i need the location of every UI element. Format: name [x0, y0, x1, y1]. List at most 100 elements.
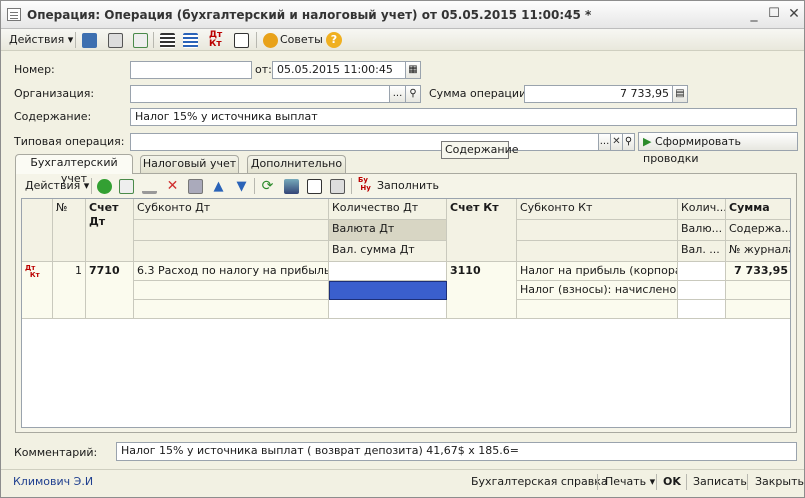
row-debit-qty[interactable] — [329, 262, 447, 281]
user-link[interactable]: Климович Э.И — [13, 474, 93, 490]
tooltip: Содержание — [441, 141, 519, 159]
row-credit-currency[interactable] — [678, 281, 726, 300]
header-debit-account[interactable]: Счет Дт — [86, 199, 134, 262]
typical-operation-label: Типовая операция: — [14, 135, 125, 148]
generate-entries-button[interactable]: ▶ Сформировать проводки — [638, 132, 798, 165]
maximize-icon[interactable]: ☐ — [766, 6, 782, 22]
window-title: Операция: Операция (бухгалтерский и нало… — [27, 8, 592, 22]
refresh-doc-icon[interactable] — [108, 33, 123, 48]
header-sum[interactable]: Сумма — [726, 199, 790, 220]
copy-row-icon[interactable] — [119, 179, 134, 194]
row-debit-cur-sum[interactable] — [329, 300, 447, 319]
organization-field[interactable] — [130, 85, 390, 103]
table-settings-icon[interactable] — [307, 179, 322, 194]
row-debit-account[interactable]: 7710 — [86, 262, 134, 319]
save-row-icon[interactable] — [188, 179, 203, 194]
header-debit-subconto-3 — [134, 241, 329, 262]
print-button[interactable]: Печать ▾ — [605, 474, 655, 490]
entry-type-icon: Дт Кт — [25, 265, 49, 279]
row-credit-cur-sum[interactable] — [678, 300, 726, 319]
list-icon[interactable] — [183, 33, 198, 48]
content-field[interactable]: Налог 15% у источника выплат — [130, 108, 797, 126]
sum-field[interactable]: 7 733,95 — [524, 85, 674, 103]
copy-doc-icon[interactable] — [133, 33, 148, 48]
close-button[interactable]: Закрыть — [755, 474, 804, 490]
structure-icon[interactable] — [160, 33, 175, 48]
row-credit-qty[interactable] — [678, 262, 726, 281]
tips-icon[interactable] — [263, 33, 278, 48]
move-down-icon[interactable]: ▼ — [234, 179, 249, 194]
minimize-icon[interactable]: _ — [746, 6, 762, 22]
debit-credit-icon[interactable]: Дт Кт — [209, 31, 222, 49]
header-debit-qty[interactable]: Количество Дт — [329, 199, 447, 220]
organization-label: Организация: — [14, 87, 95, 100]
row-credit-account[interactable]: 3110 — [447, 262, 517, 319]
comment-field[interactable]: Налог 15% у источника выплат ( возврат д… — [116, 442, 797, 461]
refresh-icon[interactable]: ⟳ — [260, 179, 275, 194]
header-debit-currency[interactable]: Валюта Дт — [329, 220, 447, 241]
number-field[interactable] — [130, 61, 252, 79]
ok-button[interactable]: OK — [663, 474, 681, 490]
status-bar: Климович Э.И Бухгалтерская справка Печат… — [1, 469, 804, 493]
row-content[interactable] — [726, 281, 790, 300]
calendar-icon[interactable]: ▦ — [405, 61, 421, 79]
tab-accounting[interactable]: Бухгалтерский учет — [15, 154, 133, 185]
delete-icon[interactable]: ✕ — [165, 179, 180, 194]
header-credit-account[interactable]: Счет Кт — [447, 199, 517, 262]
calculator-icon[interactable]: ▤ — [672, 85, 688, 103]
header-content[interactable]: Содержа... — [726, 220, 790, 241]
organization-select-button[interactable]: ... — [389, 85, 406, 103]
actions-menu-label: Действия — [9, 33, 65, 46]
row-sum[interactable]: 7 733,95 — [726, 262, 790, 281]
header-debit-cur-sum[interactable]: Вал. сумма Дт — [329, 241, 447, 262]
date-from-label: от: — [255, 63, 272, 76]
row-num[interactable]: 1 — [53, 262, 86, 319]
row-debit-subconto-1[interactable]: 6.3 Расход по налогу на прибыль — [134, 262, 329, 281]
header-journal[interactable]: № журнала — [726, 241, 790, 262]
edit-icon[interactable] — [142, 179, 157, 194]
save-button[interactable]: Записать — [693, 474, 747, 490]
date-field[interactable]: 05.05.2015 11:00:45 — [272, 61, 408, 79]
tab-tax[interactable]: Налоговый учет — [140, 155, 239, 173]
chevron-down-icon: ▾ — [649, 475, 656, 488]
main-toolbar: Действия ▾ Дт Кт Советы ? — [1, 29, 804, 51]
header-credit-qty[interactable]: Колич... — [678, 199, 726, 220]
row-journal[interactable] — [726, 300, 790, 319]
search-icon[interactable]: ⚲ — [622, 133, 635, 151]
icon-header — [22, 199, 53, 262]
typical-operation-field[interactable] — [130, 133, 600, 151]
entry-icon-bottom: Кт — [29, 271, 40, 279]
entries-table[interactable]: № Счет Дт Субконто Дт Количество Дт Валю… — [21, 198, 791, 428]
actions-menu[interactable]: Действия ▾ — [9, 32, 73, 48]
fill-button[interactable]: Заполнить — [377, 178, 439, 194]
header-credit-subconto[interactable]: Субконто Кт — [517, 199, 678, 220]
title-bar: Операция: Операция (бухгалтерский и нало… — [1, 1, 804, 29]
row-credit-subconto-1[interactable]: Налог на прибыль (корпора... — [517, 262, 678, 281]
play-icon: ▶ — [643, 135, 652, 148]
header-credit-currency[interactable]: Валю... — [678, 220, 726, 241]
close-icon[interactable]: ✕ — [786, 6, 802, 22]
tips-button[interactable]: Советы — [280, 32, 323, 48]
row-icon: Дт Кт — [22, 262, 53, 319]
help-icon[interactable]: ? — [326, 32, 342, 48]
header-credit-cur-sum[interactable]: Вал. ... — [678, 241, 726, 262]
accounting-reference-button[interactable]: Бухгалтерская справка — [471, 474, 608, 490]
add-icon[interactable] — [97, 179, 112, 194]
report-icon[interactable] — [234, 33, 249, 48]
comment-label: Комментарий: — [14, 446, 98, 459]
search-icon[interactable]: ⚲ — [405, 85, 421, 103]
row-debit-subconto-3[interactable] — [134, 300, 329, 319]
header-num[interactable]: № — [53, 199, 86, 262]
header-debit-subconto-2 — [134, 220, 329, 241]
print-icon[interactable] — [330, 179, 345, 194]
row-debit-subconto-2[interactable] — [134, 281, 329, 300]
row-debit-currency-selected[interactable] — [329, 281, 447, 300]
post-exit-icon[interactable] — [82, 33, 97, 48]
filter-icon[interactable] — [284, 179, 299, 194]
row-credit-subconto-2[interactable]: Налог (взносы): начислено ... — [517, 281, 678, 300]
move-up-icon[interactable]: ▲ — [211, 179, 226, 194]
row-credit-subconto-3[interactable] — [517, 300, 678, 319]
tab-additional[interactable]: Дополнительно — [247, 155, 346, 173]
document-icon — [7, 8, 21, 21]
header-debit-subconto[interactable]: Субконто Дт — [134, 199, 329, 220]
